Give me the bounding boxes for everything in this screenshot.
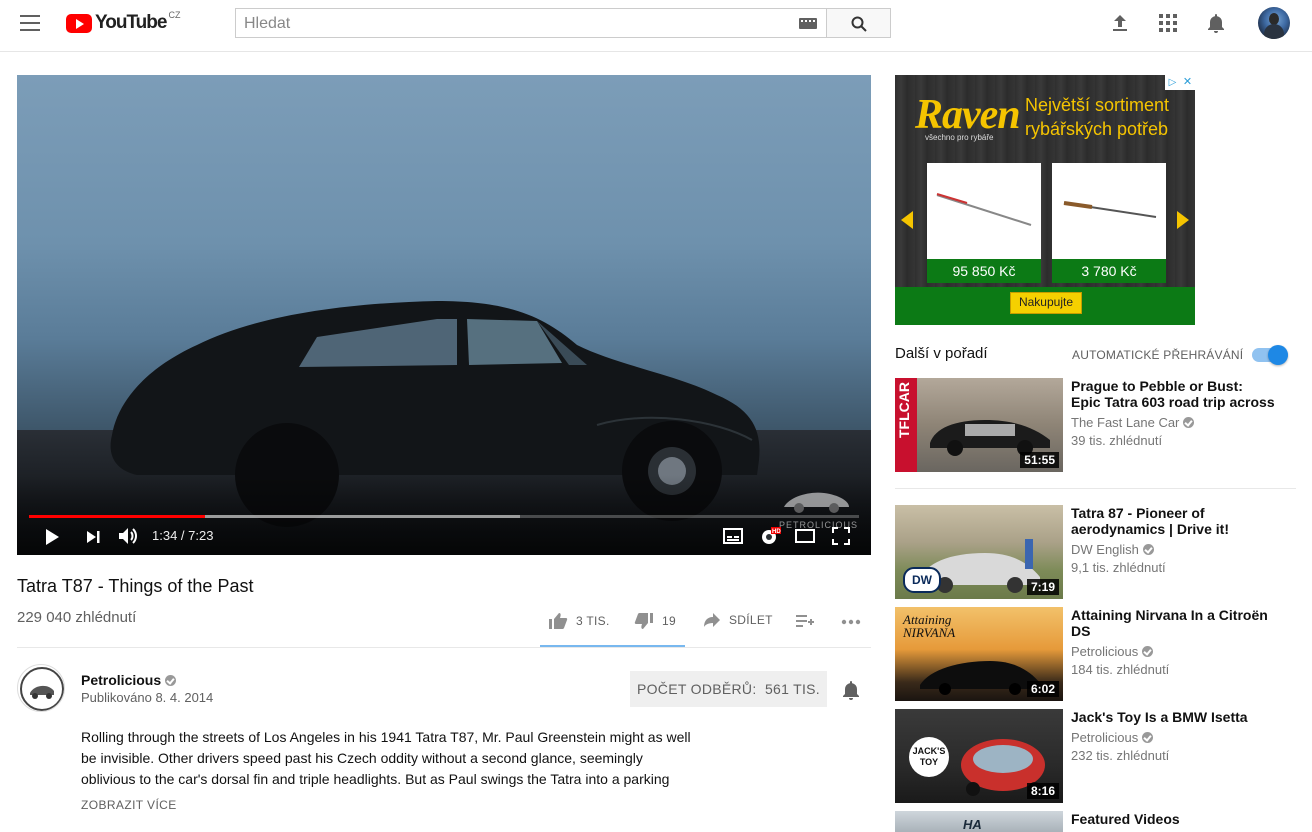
like-count: 3 TIS. <box>576 614 610 628</box>
related-video-title[interactable]: Tatra 87 - Pioneer of aerodynamics | Dri… <box>1071 505 1276 537</box>
dislike-button[interactable]: 19 <box>634 612 676 630</box>
view-count: 229 040 zhlédnutí <box>17 609 137 626</box>
svg-text:HD: HD <box>772 529 781 535</box>
verified-icon <box>1142 732 1154 743</box>
search-box <box>235 8 827 38</box>
related-video-thumbnail[interactable]: DW 7:19 <box>895 505 1063 599</box>
dislike-count: 19 <box>662 614 676 628</box>
verified-icon <box>1142 544 1154 555</box>
autoplay-label: AUTOMATICKÉ PŘEHRÁVÁNÍ <box>1072 348 1244 362</box>
related-video-channel: DW English <box>1071 542 1154 557</box>
video-duration: 6:02 <box>1026 681 1059 697</box>
channel-name[interactable]: Petrolicious <box>81 672 177 688</box>
ad-close-icon[interactable]: ✕ <box>1180 75 1195 90</box>
theater-mode-icon[interactable] <box>795 529 815 543</box>
search-button[interactable] <box>826 8 891 38</box>
related-video-views: 184 tis. zhlédnutí <box>1071 662 1170 677</box>
thumbs-down-icon <box>634 613 653 629</box>
menu-icon[interactable] <box>20 15 40 31</box>
show-more-link[interactable]: ZOBRAZIT VÍCE <box>81 798 177 812</box>
related-video-thumbnail[interactable]: TFLCAR 51:55 <box>895 378 1063 472</box>
search-input[interactable] <box>242 10 786 38</box>
related-video-channel: Petrolicious <box>1071 644 1154 659</box>
video-duration: 51:55 <box>1020 452 1059 468</box>
thumbnail-badge: TFLCAR <box>896 382 912 438</box>
divider <box>895 488 1296 489</box>
apps-icon[interactable] <box>1156 11 1180 35</box>
logo-country: CZ <box>168 10 181 20</box>
next-icon[interactable] <box>85 529 101 545</box>
ad-brand-logo: Raven <box>915 92 1021 138</box>
video-player[interactable]: PETROLICIOUS 1:34 / 7:23 HD <box>17 75 871 555</box>
related-video-views: 9,1 tis. zhlédnutí <box>1071 560 1166 575</box>
ad-prev-arrow-icon[interactable] <box>901 211 913 229</box>
progress-played <box>29 515 205 518</box>
time-display: 1:34 / 7:23 <box>152 528 214 543</box>
related-video-thumbnail[interactable]: JACK'S TOY 8:16 <box>895 709 1063 803</box>
divider <box>17 647 871 648</box>
bell-icon[interactable] <box>842 680 860 700</box>
settings-gear-icon[interactable]: HD <box>759 526 781 546</box>
play-icon[interactable] <box>43 528 61 546</box>
related-video-title[interactable]: Featured Videos <box>1071 811 1276 827</box>
related-video-title[interactable]: Prague to Pebble or Bust: Epic Tatra 603… <box>1071 378 1276 410</box>
masthead: YouTube CZ <box>0 0 1312 52</box>
video-duration: 8:16 <box>1026 783 1059 799</box>
related-video-views: 232 tis. zhlédnutí <box>1071 748 1170 763</box>
related-video-title[interactable]: Attaining Nirvana In a Citroën DS <box>1071 607 1276 639</box>
add-to-playlist-icon[interactable] <box>795 613 815 629</box>
ad-product-2-price: 3 780 Kč <box>1052 259 1166 283</box>
ad-product-1-price: 95 850 Kč <box>927 259 1041 283</box>
more-actions-icon[interactable] <box>841 619 861 625</box>
ad-headline: Největší sortiment rybářských potřeb <box>1025 95 1170 139</box>
autoplay-toggle-knob[interactable] <box>1268 345 1288 365</box>
publish-date: Publikováno 8. 4. 2014 <box>81 690 214 705</box>
petrolicious-watermark: PETROLICIOUS <box>779 485 857 530</box>
subscriber-count: 561 TIS. <box>764 681 821 697</box>
up-next-heading: Další v pořadí <box>895 345 988 362</box>
subtitles-icon[interactable] <box>723 528 743 544</box>
related-video-views: 39 tis. zhlédnutí <box>1071 433 1163 448</box>
video-duration: 7:19 <box>1026 579 1059 595</box>
thumbnail-badge: JACK'S TOY <box>909 737 949 777</box>
related-video-channel: The Fast Lane Car <box>1071 415 1195 430</box>
ad-cta-button[interactable]: Nakupujte <box>1010 292 1082 314</box>
search-icon <box>851 16 867 32</box>
ad-next-arrow-icon[interactable] <box>1177 211 1189 229</box>
ad-banner[interactable]: Raven všechno pro rybáře Největší sortim… <box>895 75 1195 325</box>
share-label: SDÍLET <box>729 613 773 627</box>
thumbs-up-icon <box>549 613 568 629</box>
video-title: Tatra T87 - Things of the Past <box>17 576 254 596</box>
volume-icon[interactable] <box>117 526 139 546</box>
share-icon <box>704 613 720 627</box>
thumbnail-badge: DW <box>903 567 941 593</box>
video-description: Rolling through the streets of Los Angel… <box>81 729 691 787</box>
youtube-logo[interactable]: YouTube CZ <box>66 10 181 34</box>
youtube-play-icon <box>66 13 92 33</box>
verified-icon <box>1142 646 1154 657</box>
notifications-bell-icon[interactable] <box>1204 11 1228 35</box>
fullscreen-icon[interactable] <box>832 527 850 545</box>
verified-icon <box>1183 417 1195 428</box>
related-video-channel: Petrolicious <box>1071 730 1154 745</box>
account-avatar[interactable] <box>1258 7 1290 39</box>
related-video-thumbnail[interactable]: Attaining NIRVANA 6:02 <box>895 607 1063 701</box>
keyboard-icon[interactable] <box>799 18 817 29</box>
upload-icon[interactable] <box>1108 11 1132 35</box>
related-video-title[interactable]: Jack's Toy Is a BMW Isetta <box>1071 709 1276 725</box>
ad-info-icon[interactable]: ▷ <box>1165 75 1180 90</box>
ad-tagline: všechno pro rybáře <box>925 133 994 142</box>
thumbnail-badge: HA <box>963 817 982 832</box>
related-video-thumbnail[interactable]: HA <box>895 811 1063 832</box>
subscribe-button[interactable]: POČET ODBĚRŮ: 561 TIS. <box>630 671 827 707</box>
thumbnail-badge: Attaining NIRVANA <box>903 612 956 640</box>
subscribe-label: POČET ODBĚRŮ: <box>636 681 757 697</box>
share-button[interactable]: SDÍLET <box>703 612 773 628</box>
logo-text: YouTube <box>95 12 167 33</box>
like-button[interactable]: 3 TIS. <box>548 612 610 630</box>
verified-icon <box>165 675 177 686</box>
channel-avatar[interactable] <box>17 664 65 712</box>
